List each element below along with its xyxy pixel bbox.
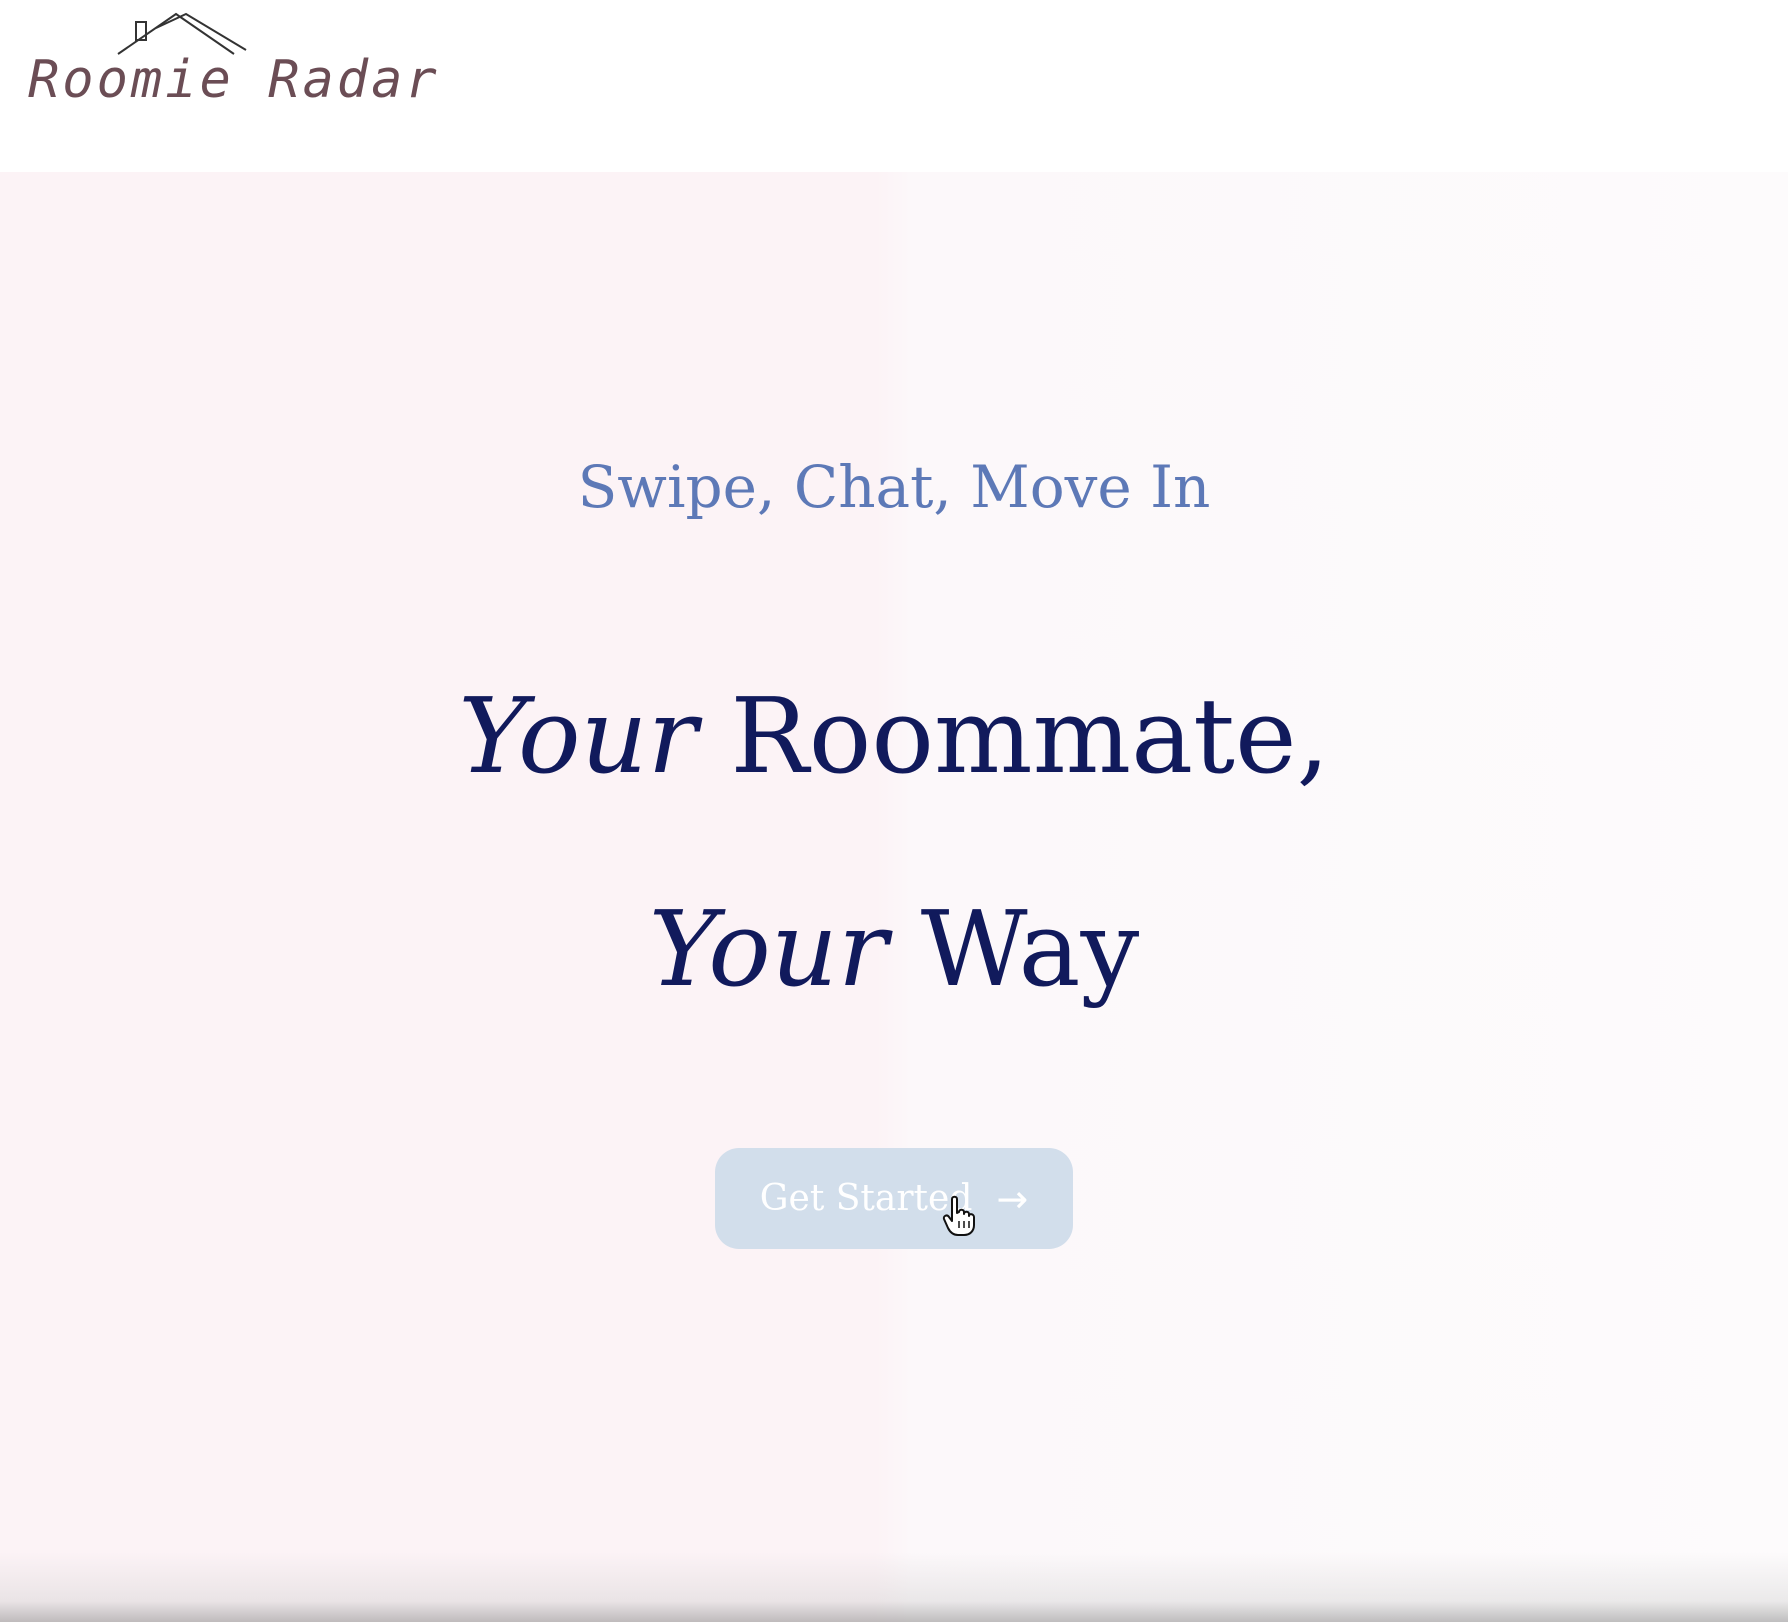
hand-pointer-icon xyxy=(942,1195,975,1236)
hero-headline-line-2: Your Way xyxy=(0,888,1788,1010)
landing-page: Roomie Radar Swipe, Chat, Move In Your R… xyxy=(0,0,1788,1622)
headline-regular-word-2: Way xyxy=(920,888,1140,1010)
get-started-button[interactable]: Get Started → xyxy=(715,1148,1073,1249)
logo[interactable]: Roomie Radar xyxy=(28,10,437,130)
headline-italic-word-2: Your xyxy=(648,888,888,1010)
headline-regular-word-1: Roommate, xyxy=(730,675,1330,797)
header: Roomie Radar xyxy=(0,0,1788,172)
hero-headline-line-1: Your Roommate, xyxy=(0,675,1788,797)
bottom-shadow xyxy=(0,1552,1788,1622)
arrow-right-icon: → xyxy=(996,1176,1029,1221)
hero-tagline: Swipe, Chat, Move In xyxy=(577,453,1211,521)
logo-text: Roomie Radar xyxy=(28,50,440,110)
get-started-label: Get Started xyxy=(759,1178,973,1219)
headline-italic-word-1: Your xyxy=(458,675,698,797)
